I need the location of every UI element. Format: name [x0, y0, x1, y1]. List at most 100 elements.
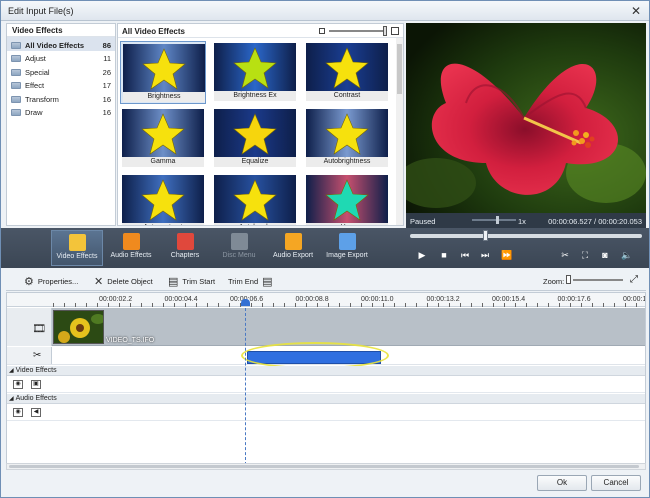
zoom-slider-handle[interactable] [566, 275, 571, 284]
effect-tile[interactable]: Brightness Ex [212, 41, 298, 104]
thumb-size-large-icon[interactable] [391, 27, 399, 35]
tool-button[interactable]: Image Export [321, 230, 373, 266]
effect-thumbnail [122, 109, 204, 157]
timeline-scrollbar-thumb[interactable] [9, 465, 639, 468]
speed-slider[interactable] [472, 219, 516, 221]
cancel-button[interactable]: Cancel [591, 475, 641, 491]
seek-bar-handle[interactable] [483, 230, 488, 241]
delete-label: Delete Object [107, 276, 153, 286]
effects-scrollbar-thumb[interactable] [397, 44, 402, 94]
window-title: Edit Input File(s) [8, 6, 74, 16]
effect-tile[interactable]: Equalize [212, 107, 298, 170]
timeline-ruler[interactable]: 00:00:02.200:00:04.400:00:06.600:00:08.8… [7, 293, 645, 307]
timeline: 00:00:02.200:00:04.400:00:06.600:00:08.8… [6, 292, 646, 464]
thumb-size-small-icon[interactable] [319, 28, 325, 34]
visibility-icon[interactable]: ◉ [13, 408, 23, 417]
trim-row-header: ✂ [7, 347, 52, 364]
effect-tile[interactable]: Gamma [120, 107, 206, 170]
zoom-slider[interactable] [573, 279, 623, 281]
category-label: Draw [25, 108, 43, 118]
zoom-fit-icon[interactable]: ⤢ [630, 275, 640, 285]
effect-label: Equalize [214, 157, 296, 167]
category-item[interactable]: Draw 16 [7, 105, 115, 119]
ruler-marks [53, 303, 645, 307]
volume-icon[interactable]: 🔈 [621, 249, 633, 261]
star-icon [68, 234, 86, 251]
speed-slider-handle[interactable] [496, 216, 499, 224]
edit-input-window: Edit Input File(s) ✕ Video Effects All V… [0, 0, 650, 498]
effect-tile[interactable]: Brightness [120, 41, 206, 104]
category-item[interactable]: Adjust 11 [7, 51, 115, 65]
effects-header: All Video Effects [118, 24, 403, 38]
tool-label: Audio Export [272, 252, 314, 259]
trim-end-icon: ▤ [262, 275, 273, 288]
properties-button[interactable]: ⚙ Properties... [24, 274, 78, 288]
delete-icon: ✕ [94, 275, 104, 288]
trim-end-button[interactable]: Trim End ▤ [228, 274, 273, 288]
category-item[interactable]: Transform 16 [7, 91, 115, 105]
effect-label: Gamma [122, 157, 204, 167]
category-label: Effect [25, 81, 45, 91]
speaker-icon[interactable]: ◀ [31, 408, 41, 417]
thumb-size-slider-handle[interactable] [383, 26, 387, 36]
edit-toolbar: ⚙ Properties... ✕ Delete Object ▤ Trim Star… [6, 271, 646, 291]
tool-label: Disc Menu [222, 252, 256, 259]
playhead-handle[interactable] [241, 299, 250, 306]
category-item[interactable]: Effect 17 [7, 78, 115, 92]
effect-thumbnail [214, 175, 296, 223]
scissors-icon: ✂ [33, 350, 42, 361]
next-frame-icon[interactable]: ⏭ [479, 249, 491, 261]
seek-bar[interactable] [410, 234, 642, 238]
highlight-ellipse [241, 342, 389, 369]
ok-button[interactable]: Ok [537, 475, 587, 491]
thumb-size-slider[interactable] [329, 30, 387, 32]
split-icon[interactable]: ✂ [559, 249, 571, 261]
effect-thumbnail [123, 44, 205, 92]
effect-tile[interactable]: Contrast [304, 41, 390, 104]
category-label: Adjust [25, 54, 46, 64]
tool-button[interactable]: Audio Effects [105, 230, 157, 266]
effect-tile[interactable]: Autocontrast [120, 173, 206, 225]
tool-button[interactable]: Video Effects [51, 230, 103, 266]
play-icon[interactable]: ▶ [416, 249, 428, 261]
tool-button[interactable]: Chapters [159, 230, 211, 266]
effect-tile[interactable]: Autolevels [212, 173, 298, 225]
ruler-tick-label: 00:00:04.4 [164, 296, 198, 303]
audio-effects-group-label: Audio Effects [15, 395, 57, 402]
effects-scrollbar[interactable] [396, 38, 403, 225]
ruler-tick-label: 00:00:13.2 [426, 296, 460, 303]
disc-icon [230, 233, 248, 250]
effect-toggle-icon[interactable]: ▣ [31, 380, 41, 389]
preview-image [406, 23, 646, 213]
playback-speed: 1x [518, 217, 526, 226]
category-item[interactable]: All Video Effects 86 [7, 37, 115, 51]
visibility-icon[interactable]: ◉ [13, 380, 23, 389]
effect-tile[interactable]: Autobrightness [304, 107, 390, 170]
effect-label: Autocontrast [122, 223, 204, 225]
effect-thumbnail [122, 175, 204, 223]
playhead-line [245, 303, 246, 463]
category-label: Transform [25, 94, 59, 104]
snapshot-icon[interactable]: ◙ [599, 249, 611, 261]
timeline-scrollbar[interactable] [6, 463, 646, 470]
next-marker-icon[interactable]: ⏩ [501, 249, 513, 261]
category-item[interactable]: Special 26 [7, 64, 115, 78]
audio-effects-group[interactable]: ◢ Audio Effects [7, 394, 645, 404]
video-effects-row: ◉ ▣ [7, 377, 645, 393]
collapse-triangle-icon: ◢ [9, 396, 14, 402]
video-effects-group[interactable]: ◢ Video Effects [7, 366, 645, 376]
tool-button[interactable]: Audio Export [267, 230, 319, 266]
effects-panel: All Video Effects Brightness Brightness E… [117, 23, 404, 226]
folder-icon [11, 109, 21, 117]
fullscreen-icon[interactable]: ⛶ [579, 249, 591, 261]
track-name: VIDEO_TS.IFO [106, 337, 155, 344]
trim-start-button[interactable]: ▤ Trim Start [168, 274, 215, 288]
stop-icon[interactable]: ■ [438, 249, 450, 261]
delete-object-button[interactable]: ✕ Delete Object [94, 274, 153, 288]
folder-icon [11, 55, 21, 63]
previous-frame-icon[interactable]: ⏮ [459, 249, 471, 261]
effect-tile[interactable]: Hue [304, 173, 390, 225]
video-track[interactable]: 🎞 VIDEO_TS.IFO [7, 308, 645, 346]
close-icon[interactable]: ✕ [629, 4, 643, 18]
effect-label: Brightness Ex [214, 91, 296, 101]
